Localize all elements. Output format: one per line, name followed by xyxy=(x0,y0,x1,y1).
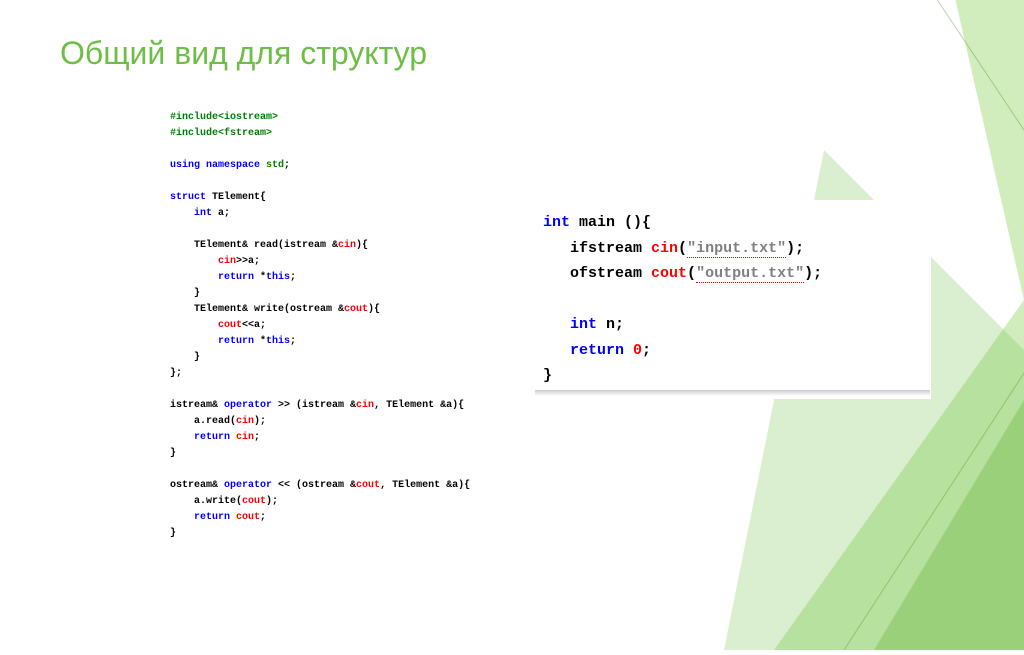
code-line: ostream& operator << (ostream &cout, TEl… xyxy=(170,478,510,494)
code-line: return cin; xyxy=(170,430,510,446)
code-line: istream& operator >> (istream &cin, TEle… xyxy=(170,398,510,414)
code-line: } xyxy=(543,363,923,389)
code-line: using namespace std; xyxy=(170,158,510,174)
code-line: } xyxy=(170,286,510,302)
code-line: }; xyxy=(170,366,510,382)
code-line: TElement& write(ostream &cout){ xyxy=(170,302,510,318)
code-line: #include<fstream> xyxy=(170,126,510,142)
code-line xyxy=(170,382,510,398)
code-line: a.read(cin); xyxy=(170,414,510,430)
code-line: } xyxy=(170,350,510,366)
code-line xyxy=(170,462,510,478)
code-line xyxy=(170,222,510,238)
code-line: ofstream cout("output.txt"); xyxy=(543,261,923,287)
code-line: return cout; xyxy=(170,510,510,526)
code-line: #include<iostream> xyxy=(170,110,510,126)
code-line xyxy=(170,142,510,158)
code-line: TElement& read(istream &cin){ xyxy=(170,238,510,254)
code-line: return 0; xyxy=(543,338,923,364)
code-line: int main (){ xyxy=(543,210,923,236)
code-line: return *this; xyxy=(170,334,510,350)
code-line: int n; xyxy=(543,312,923,338)
slide-title: Общий вид для структур xyxy=(60,35,427,72)
code-block-right: int main (){ ifstream cin("input.txt"); … xyxy=(535,200,931,399)
code-line: cout<<a; xyxy=(170,318,510,334)
code-line: int a; xyxy=(170,206,510,222)
code-block-left: #include<iostream>#include<fstream> usin… xyxy=(170,110,510,542)
code-line: return *this; xyxy=(170,270,510,286)
code-line: } xyxy=(170,526,510,542)
code-line xyxy=(170,174,510,190)
code-line: ifstream cin("input.txt"); xyxy=(543,236,923,262)
code-line: cin>>a; xyxy=(170,254,510,270)
code-line: struct TElement{ xyxy=(170,190,510,206)
code-line: } xyxy=(170,446,510,462)
code-block-right-shadow xyxy=(535,390,930,396)
code-line: a.write(cout); xyxy=(170,494,510,510)
code-line xyxy=(543,287,923,313)
